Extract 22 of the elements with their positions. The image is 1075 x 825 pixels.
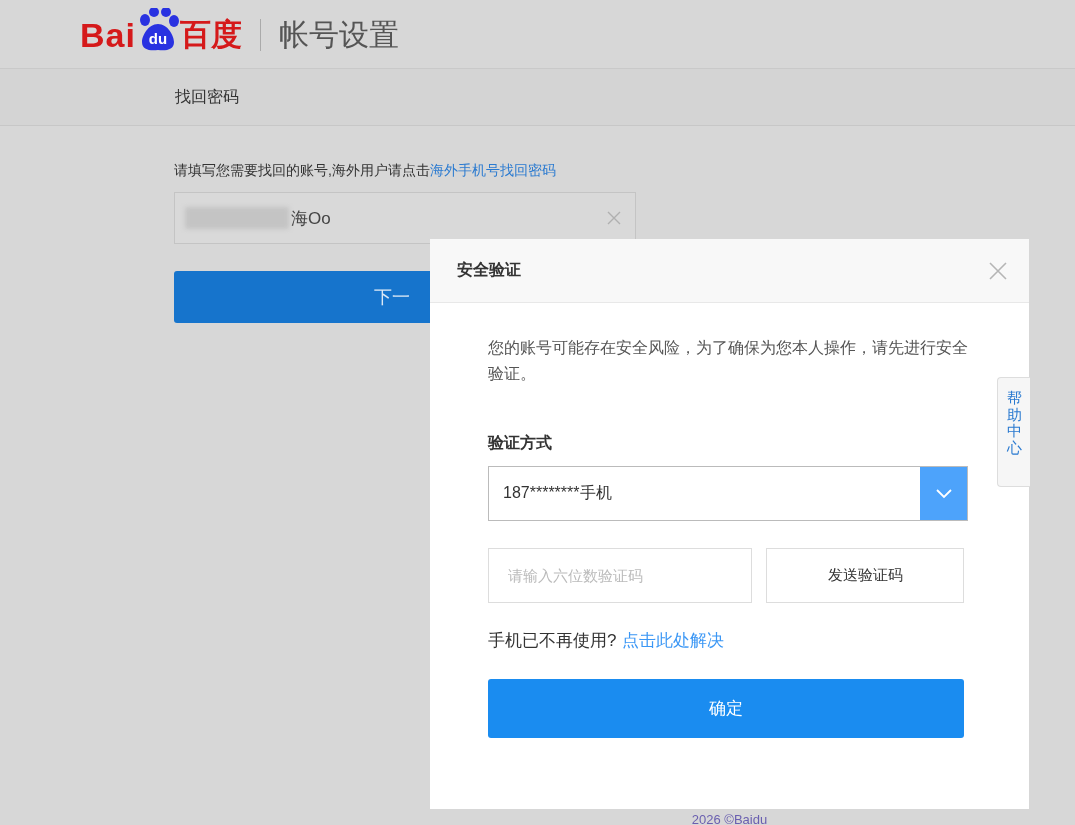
chevron-down-icon xyxy=(935,488,952,499)
logo-text: 百度 xyxy=(179,16,242,54)
overseas-link[interactable]: 海外手机号找回密码 xyxy=(429,162,556,178)
instruction-text: 请填写您需要找回的账号,海外用户请点击海外手机号找回密码 xyxy=(174,162,557,180)
resolve-link[interactable]: 点击此处解决 xyxy=(622,629,725,652)
page-title: 找回密码 xyxy=(175,86,239,107)
copyright-text: 2026 ©Baidu xyxy=(691,812,768,825)
close-icon[interactable] xyxy=(988,260,1008,281)
confirm-button[interactable]: 确定 xyxy=(488,679,964,738)
send-code-button[interactable]: 发送验证码 xyxy=(766,548,964,603)
clear-icon[interactable] xyxy=(607,211,621,225)
warning-message: 您的账号可能存在安全风险，为了确保为您本人操作，请先进行安全验证。 xyxy=(488,338,968,384)
lost-phone-text: 手机已不再使用? xyxy=(488,630,617,652)
method-label: 验证方式 xyxy=(488,433,553,453)
dropdown-button[interactable] xyxy=(920,467,967,520)
help-center-tab[interactable]: 帮助中心 xyxy=(997,377,1030,487)
section-title: 帐号设置 xyxy=(278,16,399,53)
method-select[interactable]: 187********手机 xyxy=(488,466,968,521)
select-value: 187********手机 xyxy=(502,483,613,503)
logo-text: Bai xyxy=(80,15,136,55)
code-field[interactable]: 请输入六位数验证码 xyxy=(488,548,752,603)
account-field[interactable]: 海Oo xyxy=(174,192,636,244)
